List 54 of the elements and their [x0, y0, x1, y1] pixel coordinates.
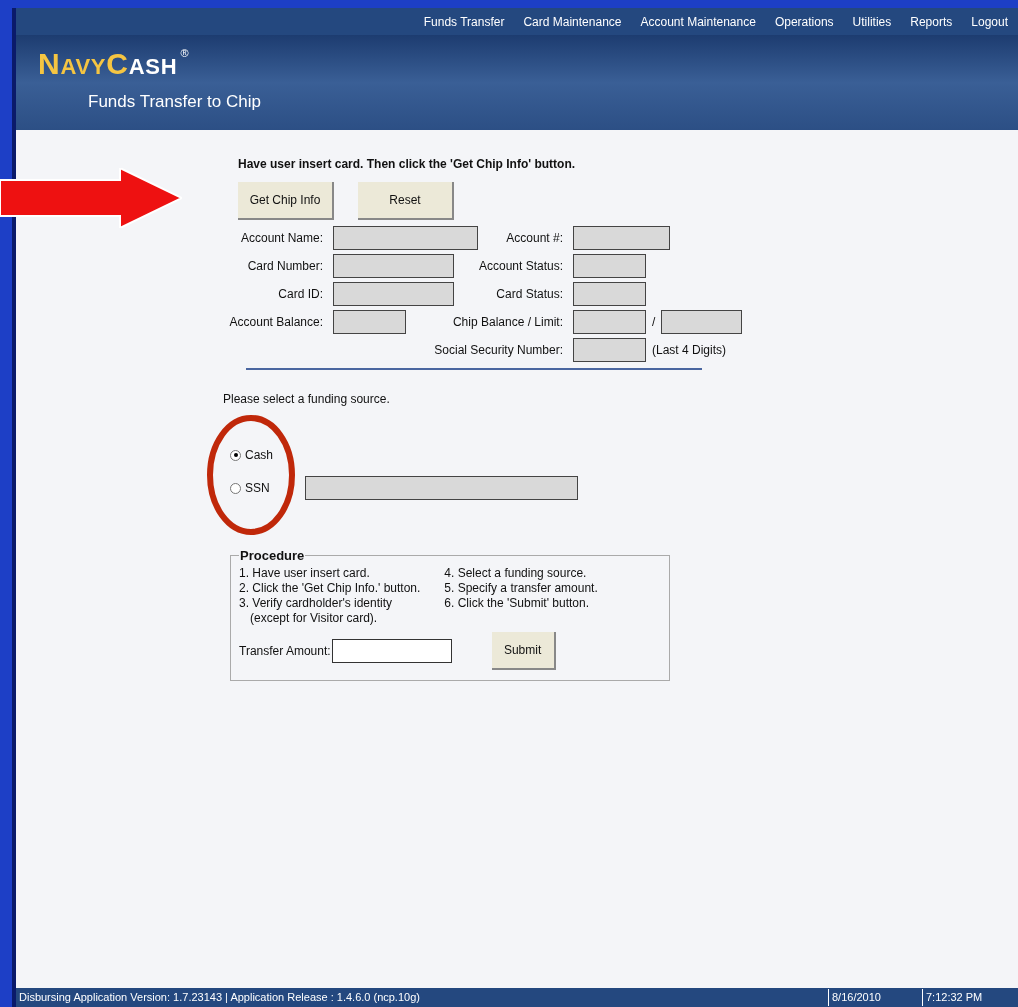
nav-link[interactable]: Logout [971, 12, 1008, 31]
separator-text: / [652, 314, 656, 331]
procedure-title: Procedure [239, 547, 306, 565]
status-date: 8/16/2010 [828, 989, 922, 1006]
text-field[interactable] [573, 338, 646, 362]
ssn-field[interactable] [305, 476, 578, 500]
procedure-step: 4. Select a funding source. [444, 565, 598, 581]
text-field[interactable] [333, 310, 406, 334]
registered-mark: ® [180, 46, 189, 61]
page-title: Funds Transfer to Chip [88, 91, 262, 113]
version-text: Disbursing Application Version: 1.7.23143 | Application Release : 1.4.6.0 (ncp.10g) [18, 990, 421, 1006]
procedure-step: 5. Specify a transfer amount. [444, 580, 598, 596]
amount-field[interactable] [331, 638, 452, 663]
radio-button[interactable] [230, 482, 241, 494]
field-label: Social Security Number: [434, 342, 563, 359]
action-button[interactable]: Reset [358, 182, 454, 220]
logo: NAVYCASH [38, 49, 178, 79]
submit-button[interactable]: Submit [491, 631, 556, 670]
text-field[interactable] [573, 254, 646, 278]
text-field[interactable] [661, 310, 743, 334]
nav-link[interactable]: Reports [910, 12, 953, 31]
funding-prompt: Please select a funding source. [223, 391, 391, 408]
field-label: Card Number: [247, 258, 323, 275]
procedure-step: (except for Visitor card). [239, 610, 421, 626]
radio-label: SSN [245, 480, 271, 497]
field-note: (Last 4 Digits) [652, 342, 727, 359]
procedure-step: 2. Click the 'Get Chip Info.' button. [239, 580, 421, 596]
nav-link[interactable]: Operations [774, 12, 834, 31]
field-label: Account #: [506, 230, 563, 247]
instruction-text: Have user insert card. Then click the 'Get Chip Info' button. [238, 156, 577, 173]
nav-link[interactable]: Utilities [852, 12, 892, 31]
field-label: Account Name: [240, 230, 323, 247]
text-field[interactable] [333, 226, 478, 250]
radio-button[interactable] [230, 449, 241, 461]
amount-label: Transfer Amount: [239, 642, 331, 660]
status-time: 7:12:32 PM [922, 989, 1018, 1006]
nav-link[interactable]: Account Maintenance [640, 12, 756, 31]
text-field[interactable] [573, 310, 646, 334]
nav-link[interactable]: Funds Transfer [423, 12, 505, 31]
field-label: Card Status: [496, 286, 563, 303]
action-button[interactable]: Get Chip Info [238, 182, 334, 220]
procedure-step: 1. Have user insert card. [239, 565, 421, 581]
procedure-step: 3. Verify cardholder's identity [239, 595, 421, 611]
radio-label: Cash [245, 447, 274, 464]
field-label: Account Balance: [229, 314, 323, 331]
field-label: Chip Balance / Limit: [452, 314, 563, 331]
nav-link[interactable]: Card Maintenance [523, 12, 622, 31]
field-label: Account Status: [478, 258, 563, 275]
text-field[interactable] [333, 254, 454, 278]
text-field[interactable] [573, 282, 646, 306]
text-field[interactable] [333, 282, 454, 306]
field-label: Card ID: [278, 286, 323, 303]
text-field[interactable] [573, 226, 670, 250]
procedure-step: 6. Click the 'Submit' button. [444, 595, 598, 611]
